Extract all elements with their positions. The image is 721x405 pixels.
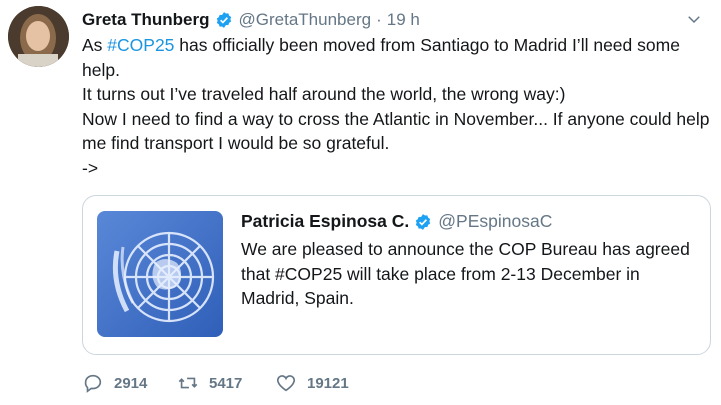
like-count: 19121 (307, 374, 349, 392)
tweet-line-6: -> (82, 157, 99, 178)
verified-badge-icon (416, 213, 431, 230)
quoted-line-3: Madrid, Spain. (241, 288, 354, 308)
quoted-header: Patricia Espinosa C. @PEspinosaC (241, 211, 552, 232)
retweet-button[interactable]: 5417 (177, 372, 275, 394)
retweet-icon (178, 377, 198, 389)
quoted-text: We are pleased to announce the COP Burea… (241, 237, 691, 311)
chevron-down-icon[interactable] (685, 10, 703, 28)
quoted-line-1: We are pleased to announce the COP Burea… (241, 239, 690, 259)
tweet-actions: 2914 5417 19121 (82, 372, 349, 394)
hashtag-link[interactable]: #COP25 (107, 35, 174, 55)
quoted-author-handle: @PEspinosaC (438, 211, 553, 231)
quoted-tweet-image (97, 211, 223, 337)
retweet-count: 5417 (209, 374, 243, 392)
un-emblem-image (97, 211, 223, 337)
reply-count: 2914 (114, 374, 148, 392)
quoted-author-name: Patricia Espinosa C. (241, 211, 410, 231)
tweet-line-5: me find transport I would be so grateful… (82, 133, 390, 153)
author-handle[interactable]: @GretaThunberg (239, 10, 372, 30)
timestamp[interactable]: 19 h (387, 10, 420, 30)
reply-button[interactable]: 2914 (82, 372, 177, 394)
like-button[interactable]: 19121 (275, 372, 349, 394)
tweet-line-2: help. (82, 59, 120, 80)
tweet-line-3: It turns out I’ve traveled half around t… (82, 84, 566, 104)
tweet-line-4: Now I need to find a way to cross the At… (82, 108, 710, 129)
tweet-text: As #COP25 has officially been moved from… (82, 33, 712, 180)
quoted-tweet[interactable]: Patricia Espinosa C. @PEspinosaC We are … (82, 195, 711, 355)
quoted-line-2: that #COP25 will take place from 2-13 De… (241, 263, 640, 284)
author-name[interactable]: Greta Thunberg (82, 10, 210, 30)
avatar-image (8, 6, 69, 67)
reply-icon (84, 374, 102, 393)
avatar[interactable] (8, 6, 69, 67)
tweet-line-1: As #COP25 has officially been moved from… (82, 35, 680, 55)
like-icon (276, 375, 296, 392)
tweet-header: Greta Thunberg @GretaThunberg · 19 h (82, 8, 681, 32)
separator-dot: · (376, 10, 382, 29)
verified-badge-icon (216, 12, 231, 28)
